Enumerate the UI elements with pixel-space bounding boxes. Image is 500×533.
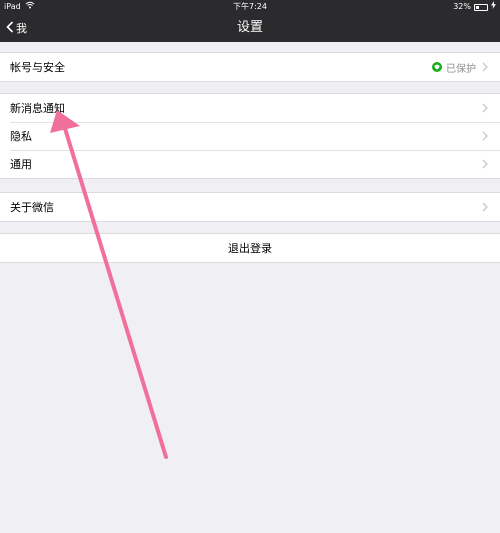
about-wechat-row[interactable]: 关于微信 [0, 193, 500, 221]
privacy-row[interactable]: 隐私 [0, 122, 500, 150]
account-group: 帐号与安全 已保护 [0, 52, 500, 82]
status-right: 32% [453, 0, 496, 14]
logout-button[interactable]: 退出登录 [0, 234, 500, 262]
logout-group: 退出登录 [0, 233, 500, 263]
account-security-label: 帐号与安全 [10, 61, 65, 74]
preferences-group: 新消息通知 隐私 通用 [0, 93, 500, 179]
page-title: 设置 [236, 20, 263, 35]
chevron-right-icon [480, 201, 490, 213]
general-row[interactable]: 通用 [0, 150, 500, 178]
about-wechat-label: 关于微信 [10, 201, 54, 214]
account-status: 已保护 [432, 60, 490, 75]
chevron-right-icon [480, 102, 490, 114]
chevron-right-icon [480, 158, 490, 170]
account-security-row[interactable]: 帐号与安全 已保护 [0, 53, 500, 81]
charging-icon [491, 0, 496, 14]
privacy-label: 隐私 [10, 130, 32, 143]
chevron-right-icon [480, 61, 490, 73]
new-message-notification-label: 新消息通知 [10, 102, 65, 115]
logout-label: 退出登录 [228, 242, 272, 255]
protected-status-text: 已保护 [446, 63, 476, 75]
about-group: 关于微信 [0, 192, 500, 222]
chevron-right-icon [480, 130, 490, 142]
navigation-bar: 我 设置 [0, 14, 500, 42]
shield-check-icon [432, 62, 442, 72]
status-bar: iPad 下午7:24 32% [0, 0, 500, 14]
general-label: 通用 [10, 158, 32, 171]
battery-icon [474, 3, 488, 11]
new-message-notification-row[interactable]: 新消息通知 [0, 94, 500, 122]
status-time: 下午7:24 [233, 2, 267, 11]
battery-percent: 32% [453, 2, 471, 11]
